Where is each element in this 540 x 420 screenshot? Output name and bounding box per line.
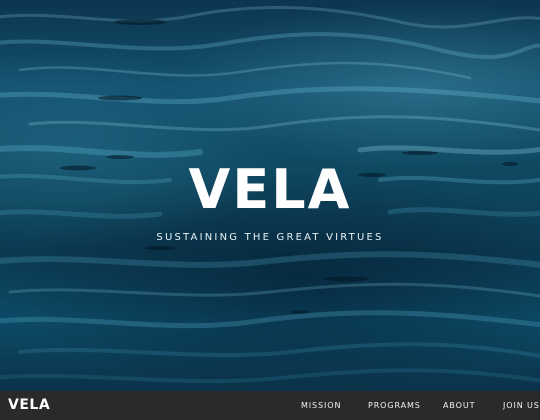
nav-link-join-us[interactable]: JOIN US bbox=[503, 400, 540, 411]
nav-link-mission[interactable]: MISSION bbox=[301, 400, 341, 411]
hero-title: VELA bbox=[188, 158, 352, 221]
hero-tagline: SUSTAINING THE GREAT VIRTUES bbox=[156, 232, 384, 243]
page: VELA SUSTAINING THE GREAT VIRTUES VELA M… bbox=[0, 0, 540, 420]
bottom-navigation-bar: VELA MISSION PROGRAMS ABOUT JOIN US bbox=[0, 391, 540, 420]
nav-link-programs[interactable]: PROGRAMS bbox=[368, 400, 421, 411]
hero-section: VELA SUSTAINING THE GREAT VIRTUES bbox=[0, 0, 540, 391]
nav-link-about[interactable]: ABOUT bbox=[443, 400, 475, 411]
nav-logo[interactable]: VELA bbox=[8, 397, 50, 414]
